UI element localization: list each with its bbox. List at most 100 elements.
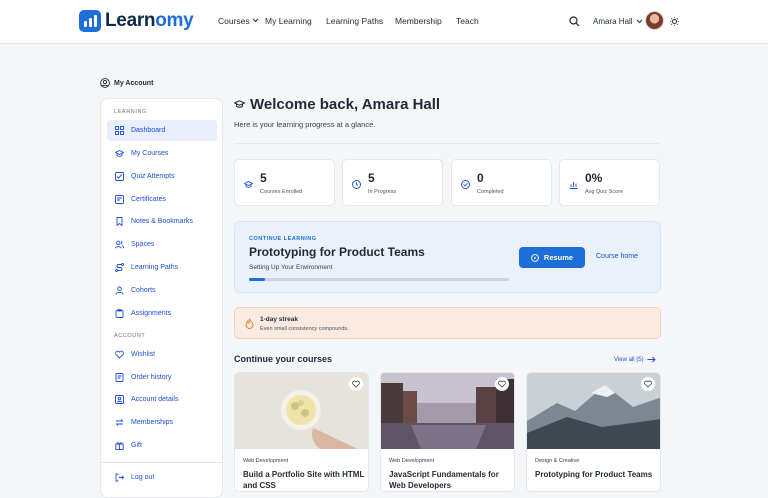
stat-value: 0% [585, 171, 603, 185]
sidebar-item-certificates[interactable]: Certificates [107, 189, 217, 210]
logout-link[interactable]: Log out [107, 467, 217, 488]
heart-icon [644, 380, 652, 388]
user-menu[interactable]: Amara Hall [593, 17, 643, 26]
course-category: Design & Creative [535, 458, 580, 464]
stat-value: 5 [368, 171, 375, 185]
nav-teach[interactable]: Teach [456, 16, 479, 26]
graduation-cap-icon [115, 149, 124, 157]
stat-card-courses-enrolled: 5 Courses Enrolled [234, 159, 335, 206]
sidebar-item-wishlist[interactable]: Wishlist [107, 344, 217, 365]
user-circle-icon [100, 78, 110, 88]
stat-label: Courses Enrolled [260, 189, 303, 195]
user-name: Amara Hall [593, 17, 633, 26]
chevron-down-icon [636, 19, 642, 24]
grid-icon [115, 126, 124, 135]
gift-icon [115, 442, 124, 450]
my-account-heading: My Account [100, 78, 153, 88]
sidebar-item-memberships[interactable]: Memberships [107, 412, 217, 433]
wishlist-heart-button[interactable] [641, 377, 655, 391]
sidebar-section-learning: LEARNING [114, 109, 147, 115]
continue-course-title: Prototyping for Product Teams [249, 245, 425, 259]
sidebar-item-assignments[interactable]: Assignments [107, 303, 217, 324]
bookmark-icon [116, 217, 123, 226]
brand-logo[interactable]: Learnomy [79, 10, 194, 32]
course-card[interactable]: Web Development JavaScript Fundamentals … [380, 372, 515, 492]
repeat-icon [115, 419, 124, 426]
course-category: Web Development [243, 458, 289, 464]
nav-courses[interactable]: Courses [218, 16, 259, 26]
sidebar-item-learning-paths[interactable]: Learning Paths [107, 257, 217, 278]
continue-courses-heading: Continue your courses [234, 354, 333, 364]
page-title: Welcome back, Amara Hall [234, 96, 661, 113]
account-sidebar: LEARNING Dashboard My Courses Quiz Attem… [100, 98, 223, 498]
sidebar-item-account-details[interactable]: Account details [107, 389, 217, 410]
wishlist-heart-button[interactable] [495, 377, 509, 391]
dashboard-header: Welcome back, Amara Hall Here is your le… [234, 96, 661, 129]
sidebar-item-quiz-attempts[interactable]: Quiz Attempts [107, 166, 217, 187]
stat-label: Completed [477, 189, 504, 195]
sidebar-item-gift[interactable]: Gift [107, 435, 217, 456]
continue-lesson-name: Setting Up Your Environment [249, 264, 333, 271]
people-icon [115, 286, 124, 295]
nav-membership[interactable]: Membership [395, 16, 442, 26]
play-circle-icon [531, 253, 539, 262]
view-all-link[interactable]: View all (5) [614, 356, 656, 363]
graduation-cap-icon [234, 100, 245, 108]
course-home-link[interactable]: Course home [596, 253, 638, 260]
course-category: Web Development [389, 458, 435, 464]
sidebar-section-account: ACCOUNT [114, 333, 146, 339]
stat-label: Avg Quiz Score [585, 189, 624, 195]
stat-label: In Progress [368, 189, 397, 195]
course-title: Prototyping for Product Teams [535, 470, 653, 479]
course-card[interactable]: Web Development Build a Portfolio Site w… [234, 372, 369, 492]
continue-learning-card: CONTINUE LEARNING Prototyping for Produc… [234, 221, 661, 293]
chevron-down-icon [252, 18, 259, 23]
arrow-right-icon [647, 356, 656, 363]
stat-card-avg-quiz-score: 0% Avg Quiz Score [559, 159, 660, 206]
stat-card-completed: 0 Completed [451, 159, 552, 206]
progress-fill [249, 278, 265, 281]
sidebar-item-dashboard[interactable]: Dashboard [107, 120, 217, 141]
header-divider [234, 143, 660, 144]
sidebar-item-order-history[interactable]: Order history [107, 367, 217, 388]
search-icon[interactable] [569, 16, 580, 27]
page-subtitle: Here is your learning progress at a glan… [234, 120, 376, 129]
stat-value: 0 [477, 171, 484, 185]
user-icon [115, 395, 124, 404]
checklist-icon [115, 172, 124, 181]
nav-learning-paths[interactable]: Learning Paths [326, 16, 383, 26]
continue-kicker: CONTINUE LEARNING [249, 236, 317, 242]
sidebar-item-my-courses[interactable]: My Courses [107, 143, 217, 164]
flame-icon [245, 318, 254, 329]
avatar[interactable] [645, 11, 664, 30]
sidebar-item-spaces[interactable]: Spaces [107, 234, 217, 255]
heart-icon [498, 380, 506, 388]
wishlist-heart-button[interactable] [349, 377, 363, 391]
course-title: Build a Portfolio Site with HTML and CSS [243, 470, 365, 490]
top-navigation-bar: Learnomy Courses My Learning Learning Pa… [0, 0, 768, 44]
course-progress-bar [249, 278, 509, 281]
users-icon [115, 240, 124, 249]
bar-chart-icon [569, 182, 578, 189]
sun-theme-toggle-icon[interactable] [670, 17, 679, 26]
sidebar-item-notes-bookmarks[interactable]: Notes & Bookmarks [107, 211, 217, 232]
sidebar-item-cohorts[interactable]: Cohorts [107, 280, 217, 301]
certificate-icon [115, 195, 124, 204]
stat-value: 5 [260, 171, 267, 185]
graduation-cap-icon [244, 180, 253, 188]
logout-icon [115, 473, 124, 482]
check-circle-icon [461, 180, 470, 189]
route-icon [115, 263, 124, 272]
resume-button[interactable]: Resume [519, 247, 585, 268]
brand-name: Learnomy [105, 10, 194, 31]
nav-my-learning[interactable]: My Learning [265, 16, 312, 26]
course-card[interactable]: Design & Creative Prototyping for Produc… [526, 372, 661, 492]
sidebar-divider [101, 462, 222, 463]
streak-title: 1-day streak [260, 316, 298, 323]
course-title: JavaScript Fundamentals for Web Develope… [389, 470, 499, 490]
streak-text: Even small consistency compounds. [260, 326, 349, 332]
clock-icon [352, 180, 361, 189]
streak-banner: 1-day streak Even small consistency comp… [234, 307, 661, 339]
heart-icon [115, 350, 124, 359]
heart-icon [352, 380, 360, 388]
